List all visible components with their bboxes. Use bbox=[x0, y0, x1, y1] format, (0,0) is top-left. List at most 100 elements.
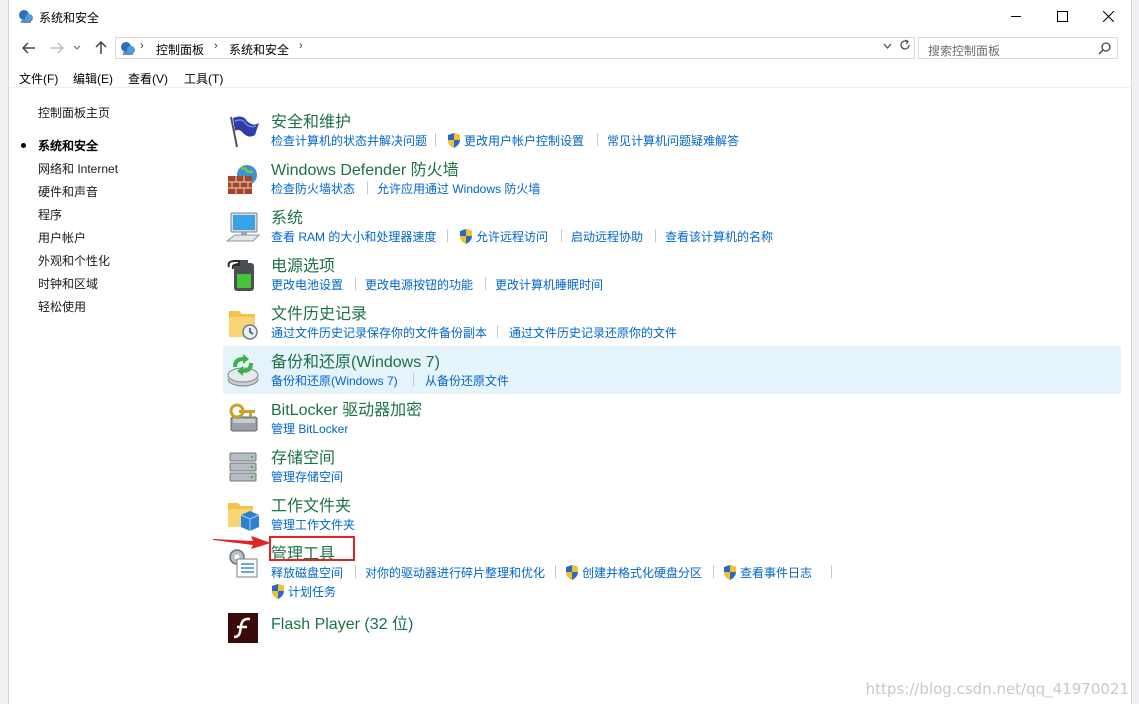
search-placeholder: 搜索控制面板 bbox=[928, 44, 1001, 58]
control-panel-icon bbox=[19, 10, 33, 23]
task-link[interactable]: 管理 BitLocker bbox=[271, 420, 348, 437]
breadcrumb-control-panel[interactable]: 控制面板 bbox=[156, 41, 204, 58]
search-icon[interactable] bbox=[1098, 41, 1112, 55]
category-administrative-tools: 管理工具 释放磁盘空间 对你的驱动器进行碎片整理和优化 创建并格式化硬盘分区 查… bbox=[223, 538, 1121, 600]
task-link-label[interactable]: 创建并格式化硬盘分区 bbox=[582, 564, 702, 581]
category-title[interactable]: 存储空间 bbox=[271, 444, 335, 468]
task-link[interactable]: 查看该计算机的名称 bbox=[665, 228, 773, 245]
category-backup-restore[interactable]: 备份和还原(Windows 7) 备份和还原(Windows 7) 从备份还原文… bbox=[223, 346, 1121, 394]
backup-icon bbox=[227, 354, 259, 387]
task-link[interactable]: 更改计算机睡眠时间 bbox=[495, 276, 603, 293]
desktop-backdrop-right bbox=[1132, 0, 1139, 704]
category-title[interactable]: BitLocker 驱动器加密 bbox=[271, 396, 422, 420]
category-title[interactable]: 备份和还原(Windows 7) bbox=[271, 348, 440, 372]
back-button[interactable] bbox=[19, 38, 39, 58]
task-link[interactable]: 启动远程协助 bbox=[571, 228, 643, 245]
firewall-icon bbox=[228, 165, 257, 194]
menu-bar: 文件(F) 编辑(E) 查看(V) 工具(T) bbox=[9, 66, 1131, 88]
sidebar-item-home[interactable]: 控制面板主页 bbox=[38, 104, 110, 121]
desktop-backdrop-left bbox=[0, 0, 8, 704]
task-link[interactable]: 释放磁盘空间 bbox=[271, 564, 343, 581]
close-icon bbox=[1102, 10, 1114, 22]
control-panel-icon bbox=[121, 42, 135, 55]
category-title[interactable]: Flash Player (32 位) bbox=[271, 610, 413, 634]
task-link[interactable]: 检查防火墙状态 bbox=[271, 180, 355, 197]
category-flash-player: Flash Player (32 位) bbox=[223, 606, 1121, 654]
task-link[interactable]: 对你的驱动器进行碎片整理和优化 bbox=[365, 564, 545, 581]
task-link[interactable]: 检查计算机的状态并解决问题 bbox=[271, 132, 427, 149]
link-separator bbox=[561, 229, 562, 242]
minimize-button[interactable] bbox=[993, 0, 1039, 32]
link-separator bbox=[355, 277, 356, 290]
search-input[interactable]: 搜索控制面板 bbox=[918, 37, 1118, 59]
arrow-right-icon bbox=[51, 42, 64, 54]
flag-icon bbox=[230, 116, 259, 148]
task-link[interactable]: 更改电源按钮的功能 bbox=[365, 276, 473, 293]
chevron-right-icon: › bbox=[140, 40, 144, 52]
category-work-folders: 工作文件夹 管理工作文件夹 bbox=[223, 490, 1121, 538]
sidebar-item-clock-region[interactable]: 时钟和区域 bbox=[38, 275, 98, 292]
sidebar-item-ease-of-access[interactable]: 轻松使用 bbox=[38, 298, 86, 315]
task-link-shield[interactable]: 计划任务 bbox=[271, 583, 336, 600]
navigation-bar: › 控制面板 › 系统和安全 › 搜索控制面板 bbox=[9, 34, 1131, 62]
task-link-label[interactable]: 查看事件日志 bbox=[740, 564, 812, 581]
red-arrow-annotation bbox=[213, 536, 271, 549]
category-title[interactable]: 工作文件夹 bbox=[271, 492, 351, 516]
maximize-button[interactable] bbox=[1039, 0, 1085, 32]
menu-tools[interactable]: 工具(T) bbox=[184, 70, 223, 87]
menu-file[interactable]: 文件(F) bbox=[19, 70, 58, 87]
address-bar[interactable]: › 控制面板 › 系统和安全 › bbox=[115, 37, 915, 59]
task-link[interactable]: 查看 RAM 的大小和处理器速度 bbox=[271, 228, 436, 245]
recent-locations-button[interactable] bbox=[71, 38, 83, 58]
highlight-box-annotation bbox=[269, 536, 355, 561]
chevron-right-icon[interactable]: › bbox=[299, 40, 303, 52]
watermark-text: https://blog.csdn.net/qq_41970021 bbox=[865, 680, 1129, 698]
task-link[interactable]: 常见计算机问题疑难解答 bbox=[607, 132, 739, 149]
refresh-button[interactable] bbox=[899, 39, 911, 54]
task-link[interactable]: 通过文件历史记录保存你的文件备份副本 bbox=[271, 324, 487, 341]
task-link-shield[interactable]: 查看事件日志 bbox=[723, 564, 812, 581]
link-separator bbox=[555, 565, 556, 578]
up-button[interactable] bbox=[91, 38, 111, 58]
task-link[interactable]: 管理工作文件夹 bbox=[271, 516, 355, 533]
address-history-dropdown[interactable] bbox=[883, 40, 892, 52]
task-link-label[interactable]: 计划任务 bbox=[288, 583, 336, 600]
chevron-right-icon[interactable]: › bbox=[214, 40, 218, 52]
task-link-shield[interactable]: 更改用户帐户控制设置 bbox=[447, 132, 584, 149]
category-title[interactable]: Windows Defender 防火墙 bbox=[271, 156, 459, 180]
task-link[interactable]: 允许应用通过 Windows 防火墙 bbox=[377, 180, 540, 197]
forward-button[interactable] bbox=[47, 38, 67, 58]
task-link-shield[interactable]: 允许远程访问 bbox=[459, 228, 548, 245]
menu-view[interactable]: 查看(V) bbox=[128, 70, 168, 87]
sidebar-item-system-security[interactable]: 系统和安全 bbox=[38, 137, 98, 154]
battery-icon bbox=[227, 260, 254, 291]
breadcrumb-system-security[interactable]: 系统和安全 bbox=[229, 41, 289, 58]
task-link[interactable]: 更改电池设置 bbox=[271, 276, 343, 293]
flash-icon bbox=[228, 613, 258, 643]
category-power: 电源选项 更改电池设置 更改电源按钮的功能 更改计算机睡眠时间 bbox=[223, 250, 1121, 298]
sidebar-item-programs[interactable]: 程序 bbox=[38, 206, 62, 223]
menu-edit[interactable]: 编辑(E) bbox=[73, 70, 113, 87]
task-link-label[interactable]: 更改用户帐户控制设置 bbox=[464, 132, 584, 149]
close-button[interactable] bbox=[1085, 0, 1131, 32]
category-title[interactable]: 电源选项 bbox=[271, 252, 335, 276]
sidebar-item-network[interactable]: 网络和 Internet bbox=[38, 160, 118, 177]
task-link[interactable]: 管理存储空间 bbox=[271, 468, 343, 485]
control-panel-window: 系统和安全 › 控制面板 › 系统和安全 › 搜索控制面板 文件(F) 编辑(E… bbox=[8, 0, 1132, 704]
category-bitlocker: BitLocker 驱动器加密 管理 BitLocker bbox=[223, 394, 1121, 442]
link-separator bbox=[355, 565, 356, 578]
chevron-down-icon bbox=[73, 45, 81, 50]
task-link[interactable]: 从备份还原文件 bbox=[425, 372, 509, 389]
task-link[interactable]: 备份和还原(Windows 7) bbox=[271, 372, 398, 389]
sidebar-item-user-accounts[interactable]: 用户帐户 bbox=[38, 229, 86, 246]
task-link-label[interactable]: 允许远程访问 bbox=[476, 228, 548, 245]
task-link-shield[interactable]: 创建并格式化硬盘分区 bbox=[565, 564, 702, 581]
sidebar-item-appearance[interactable]: 外观和个性化 bbox=[38, 252, 110, 269]
link-separator bbox=[485, 277, 486, 290]
task-link[interactable]: 通过文件历史记录还原你的文件 bbox=[509, 324, 677, 341]
category-title[interactable]: 安全和维护 bbox=[271, 108, 351, 132]
category-title[interactable]: 文件历史记录 bbox=[271, 300, 367, 324]
category-title[interactable]: 系统 bbox=[271, 204, 303, 228]
uac-shield-icon bbox=[272, 584, 284, 599]
sidebar-item-hardware[interactable]: 硬件和声音 bbox=[38, 183, 98, 200]
